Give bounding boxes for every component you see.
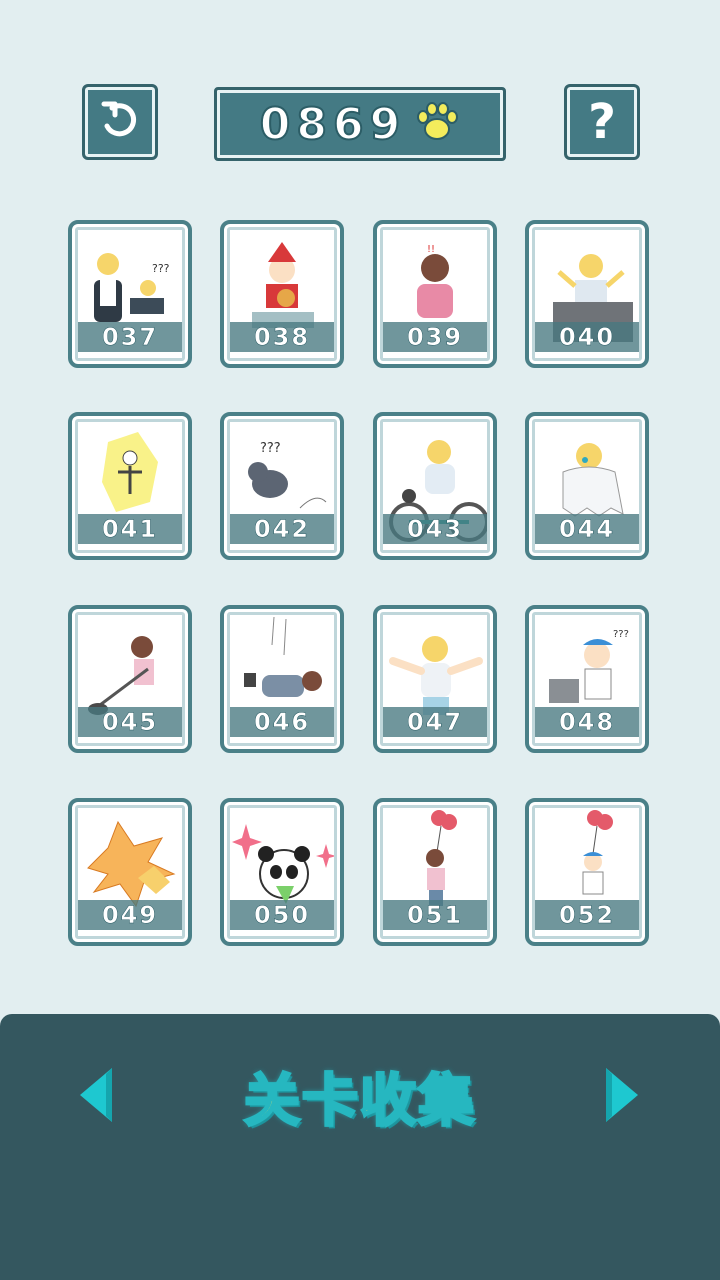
question-icon: ? bbox=[588, 94, 616, 150]
level-number: 046 bbox=[253, 708, 311, 737]
level-number-band: 038 bbox=[230, 322, 334, 352]
level-number: 038 bbox=[253, 323, 311, 352]
level-number-band: 051 bbox=[383, 900, 487, 930]
level-number-band: 050 bbox=[230, 900, 334, 930]
level-number: 051 bbox=[406, 901, 464, 930]
level-number: 040 bbox=[558, 323, 616, 352]
svg-text:???: ??? bbox=[152, 262, 170, 275]
level-number: 041 bbox=[101, 515, 159, 544]
level-card[interactable]: 038 bbox=[220, 220, 344, 368]
score-value: 0869 bbox=[259, 98, 407, 151]
level-number: 039 bbox=[406, 323, 464, 352]
level-number-band: 044 bbox=[535, 514, 639, 544]
level-number: 044 bbox=[558, 515, 616, 544]
level-number: 043 bbox=[406, 515, 464, 544]
level-number-band: 052 bbox=[535, 900, 639, 930]
level-card[interactable]: 052 bbox=[525, 798, 649, 946]
collection-title: 关卡收集 bbox=[243, 1067, 476, 1135]
level-number-band: 042 bbox=[230, 514, 334, 544]
level-number-band: 046 bbox=[230, 707, 334, 737]
score-display: 0869 bbox=[214, 87, 506, 161]
svg-text:!!: !! bbox=[427, 244, 435, 255]
level-number: 050 bbox=[253, 901, 311, 930]
level-card[interactable]: ??? 042 bbox=[220, 412, 344, 560]
level-card[interactable]: 043 bbox=[373, 412, 497, 560]
level-card[interactable]: 050 bbox=[220, 798, 344, 946]
level-card[interactable]: 046 bbox=[220, 605, 344, 753]
level-number: 047 bbox=[406, 708, 464, 737]
level-card[interactable]: 045 bbox=[68, 605, 192, 753]
level-number: 042 bbox=[253, 515, 311, 544]
level-card[interactable]: 044 bbox=[525, 412, 649, 560]
prev-page-button[interactable] bbox=[76, 1064, 116, 1126]
level-number: 049 bbox=[101, 901, 159, 930]
level-number-band: 049 bbox=[78, 900, 182, 930]
level-number-band: 043 bbox=[383, 514, 487, 544]
level-card[interactable]: ??? 048 bbox=[525, 605, 649, 753]
undo-icon bbox=[98, 98, 142, 146]
paw-icon bbox=[414, 99, 460, 149]
triangle-left-icon bbox=[80, 1068, 112, 1122]
level-number-band: 045 bbox=[78, 707, 182, 737]
level-number: 048 bbox=[558, 708, 616, 737]
triangle-right-icon bbox=[606, 1068, 638, 1122]
next-page-button[interactable] bbox=[602, 1064, 642, 1126]
level-card[interactable]: !! 039 bbox=[373, 220, 497, 368]
level-number-band: 047 bbox=[383, 707, 487, 737]
level-number-band: 039 bbox=[383, 322, 487, 352]
svg-text:???: ??? bbox=[613, 629, 629, 640]
svg-text:???: ??? bbox=[260, 441, 281, 456]
level-card[interactable]: 049 bbox=[68, 798, 192, 946]
level-card[interactable]: 051 bbox=[373, 798, 497, 946]
level-card[interactable]: 047 bbox=[373, 605, 497, 753]
level-card[interactable]: 041 bbox=[68, 412, 192, 560]
help-button[interactable]: ? bbox=[564, 84, 640, 160]
level-number-band: 040 bbox=[535, 322, 639, 352]
level-number-band: 041 bbox=[78, 514, 182, 544]
level-number: 045 bbox=[101, 708, 159, 737]
level-number-band: 037 bbox=[78, 322, 182, 352]
level-card[interactable]: 040 bbox=[525, 220, 649, 368]
level-number-band: 048 bbox=[535, 707, 639, 737]
level-card[interactable]: ??? 037 bbox=[68, 220, 192, 368]
level-number: 037 bbox=[101, 323, 159, 352]
back-button[interactable] bbox=[82, 84, 158, 160]
level-number: 052 bbox=[558, 901, 616, 930]
